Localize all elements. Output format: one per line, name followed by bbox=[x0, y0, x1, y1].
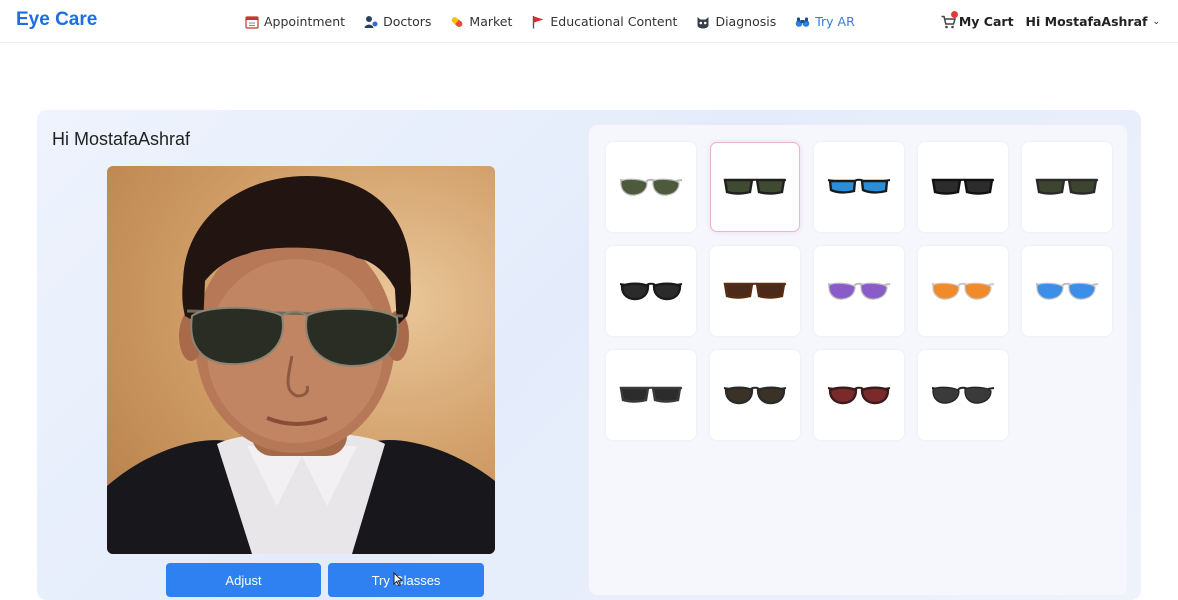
top-navbar: Eye Care Appointment Doctors Market Educ… bbox=[0, 0, 1178, 43]
nav-educational-content[interactable]: Educational Content bbox=[531, 14, 677, 29]
nav-appointment-label: Appointment bbox=[264, 14, 346, 29]
user-menu[interactable]: Hi MostafaAshraf ⌄ bbox=[1026, 14, 1160, 29]
nav-market[interactable]: Market bbox=[450, 14, 512, 29]
sunglasses-icon bbox=[723, 386, 787, 405]
cat-mask-icon bbox=[697, 16, 709, 28]
brand-logo[interactable]: Eye Care bbox=[16, 9, 97, 31]
camera-preview-image bbox=[107, 176, 495, 554]
camera-feed bbox=[107, 166, 495, 554]
calendar-icon bbox=[245, 15, 259, 29]
glasses-option[interactable] bbox=[710, 350, 800, 440]
glasses-option[interactable] bbox=[606, 350, 696, 440]
cart-badge bbox=[950, 11, 958, 18]
glasses-option[interactable] bbox=[1022, 142, 1112, 232]
sunglasses-icon bbox=[827, 178, 891, 194]
sunglasses-icon bbox=[1035, 282, 1099, 300]
sunglasses-icon bbox=[827, 386, 891, 405]
glasses-option[interactable] bbox=[814, 246, 904, 336]
sunglasses-icon bbox=[619, 178, 683, 196]
chevron-down-icon: ⌄ bbox=[1152, 16, 1160, 27]
sunglasses-icon bbox=[931, 178, 995, 195]
user-menu-label: Hi MostafaAshraf bbox=[1025, 14, 1148, 29]
glasses-option[interactable] bbox=[710, 142, 800, 232]
doctor-icon bbox=[364, 15, 378, 28]
glasses-option[interactable] bbox=[710, 246, 800, 336]
sunglasses-icon bbox=[827, 282, 891, 300]
nav-doctors[interactable]: Doctors bbox=[364, 14, 431, 29]
nav-doctors-label: Doctors bbox=[383, 14, 432, 29]
sunglasses-icon bbox=[723, 282, 787, 299]
sunglasses-icon bbox=[1035, 178, 1099, 195]
glasses-option[interactable] bbox=[918, 142, 1008, 232]
cart-label: My Cart bbox=[958, 14, 1014, 29]
cart-link[interactable]: My Cart bbox=[941, 11, 1014, 29]
try-glasses-button[interactable]: Try Glasses bbox=[328, 563, 484, 597]
nav-diagnosis[interactable]: Diagnosis bbox=[696, 14, 776, 29]
nav-try-ar[interactable]: Try AR bbox=[795, 14, 855, 29]
sunglasses-icon bbox=[723, 178, 787, 195]
mouse-cursor-icon bbox=[393, 572, 403, 586]
glasses-option[interactable] bbox=[814, 350, 904, 440]
glasses-gallery bbox=[589, 125, 1127, 595]
glasses-option[interactable] bbox=[1022, 246, 1112, 336]
nav-appointment[interactable]: Appointment bbox=[245, 14, 345, 29]
glasses-option[interactable] bbox=[918, 246, 1008, 336]
sunglasses-icon bbox=[931, 386, 995, 404]
binoculars-icon bbox=[795, 17, 810, 27]
glasses-option[interactable] bbox=[606, 246, 696, 336]
nav-try-ar-label: Try AR bbox=[815, 14, 855, 29]
nav-market-label: Market bbox=[469, 14, 513, 29]
glasses-option[interactable] bbox=[814, 142, 904, 232]
glasses-option[interactable] bbox=[918, 350, 1008, 440]
sunglasses-icon bbox=[619, 282, 683, 301]
nav-educational-label: Educational Content bbox=[550, 14, 678, 29]
main-nav: Appointment Doctors Market Educational C… bbox=[245, 0, 874, 43]
flag-icon bbox=[533, 15, 544, 28]
sunglasses-icon bbox=[619, 386, 683, 403]
pill-icon bbox=[452, 16, 463, 27]
account-area: My Cart Hi MostafaAshraf ⌄ bbox=[941, 0, 1160, 43]
page-greeting: Hi MostafaAshraf bbox=[52, 129, 191, 149]
sunglasses-icon bbox=[931, 282, 995, 300]
adjust-button[interactable]: Adjust bbox=[166, 563, 321, 597]
glasses-option[interactable] bbox=[606, 142, 696, 232]
nav-diagnosis-label: Diagnosis bbox=[715, 14, 777, 29]
